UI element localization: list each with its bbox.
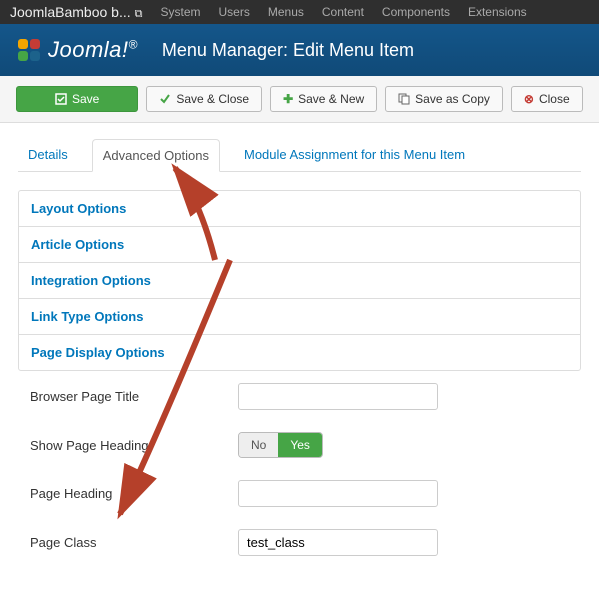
close-icon: ⊗ <box>524 92 534 106</box>
tab-bar: Details Advanced Options Module Assignme… <box>18 139 581 172</box>
tab-details[interactable]: Details <box>18 139 78 171</box>
menu-components[interactable]: Components <box>382 5 450 19</box>
joomla-logo-icon <box>16 37 42 63</box>
page-heading-input[interactable] <box>238 480 438 507</box>
toolbar: Save Save & Close ✚ Save & New Save as C… <box>0 76 599 123</box>
show-page-heading-label: Show Page Heading <box>18 438 238 453</box>
admin-topbar: JoomlaBamboo b...⧉ System Users Menus Co… <box>0 0 599 24</box>
tab-module-assignment[interactable]: Module Assignment for this Menu Item <box>234 139 475 171</box>
site-name[interactable]: JoomlaBamboo b...⧉ <box>10 4 142 21</box>
options-accordion: Layout Options Article Options Integrati… <box>18 190 581 371</box>
menu-system[interactable]: System <box>160 5 200 19</box>
menu-menus[interactable]: Menus <box>268 5 304 19</box>
joomla-logo: Joomla!® <box>16 37 138 63</box>
page-title: Menu Manager: Edit Menu Item <box>162 40 414 61</box>
content-area: Details Advanced Options Module Assignme… <box>0 123 599 594</box>
accordion-link-type-options[interactable]: Link Type Options <box>19 298 580 334</box>
page-heading-label: Page Heading <box>18 486 238 501</box>
check-icon <box>159 93 171 105</box>
toggle-yes[interactable]: Yes <box>278 433 322 457</box>
toggle-no[interactable]: No <box>239 433 278 457</box>
menu-content[interactable]: Content <box>322 5 364 19</box>
menu-users[interactable]: Users <box>219 5 250 19</box>
page-class-label: Page Class <box>18 535 238 550</box>
save-button[interactable]: Save <box>16 86 138 112</box>
copy-icon <box>398 93 410 105</box>
plus-icon: ✚ <box>283 92 293 106</box>
menu-extensions[interactable]: Extensions <box>468 5 527 19</box>
save-new-button[interactable]: ✚ Save & New <box>270 86 377 112</box>
accordion-page-display-options[interactable]: Page Display Options <box>19 334 580 370</box>
page-display-form: Browser Page Title Show Page Heading No … <box>18 371 581 556</box>
accordion-article-options[interactable]: Article Options <box>19 226 580 262</box>
browser-page-title-input[interactable] <box>238 383 438 410</box>
save-close-button[interactable]: Save & Close <box>146 86 262 112</box>
page-class-input[interactable] <box>238 529 438 556</box>
accordion-integration-options[interactable]: Integration Options <box>19 262 580 298</box>
show-page-heading-toggle[interactable]: No Yes <box>238 432 323 458</box>
external-link-icon: ⧉ <box>135 8 143 20</box>
tab-advanced-options[interactable]: Advanced Options <box>92 139 220 172</box>
close-button[interactable]: ⊗ Close <box>511 86 583 112</box>
accordion-layout-options[interactable]: Layout Options <box>19 191 580 226</box>
page-header: Joomla!® Menu Manager: Edit Menu Item <box>0 24 599 76</box>
browser-page-title-label: Browser Page Title <box>18 389 238 404</box>
apply-icon <box>55 93 67 105</box>
save-copy-button[interactable]: Save as Copy <box>385 86 503 112</box>
